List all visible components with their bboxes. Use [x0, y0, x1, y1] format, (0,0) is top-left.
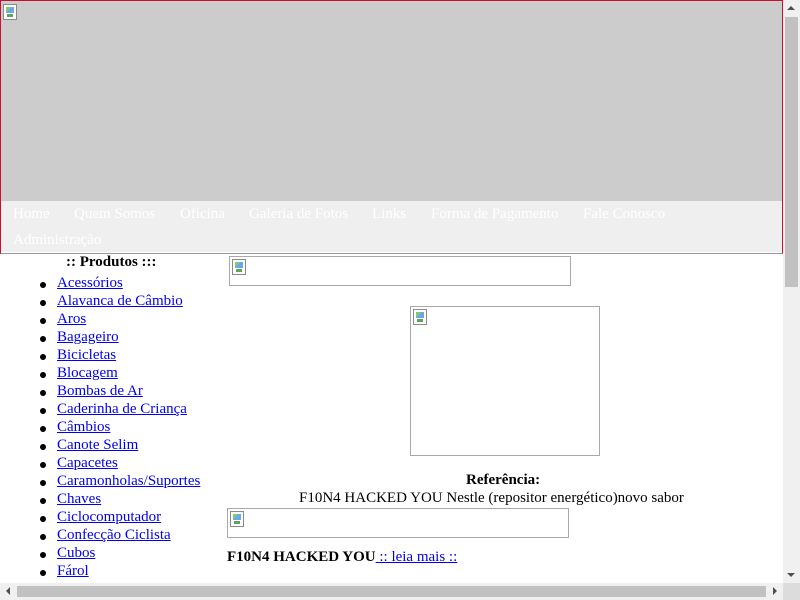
scroll-up-icon[interactable]	[787, 6, 795, 10]
nav-fale-conosco[interactable]: Fale Conosco	[583, 206, 665, 223]
horizontal-scroll-thumb[interactable]	[17, 586, 766, 597]
read-more-link[interactable]: :: leia mais ::	[376, 549, 457, 565]
product-link[interactable]: Blocagem	[57, 365, 118, 382]
bullet-icon	[40, 462, 46, 468]
bullet-icon	[40, 318, 46, 324]
nav-quem-somos[interactable]: Quem Somos	[74, 206, 155, 223]
product-link[interactable]: Aros	[57, 311, 86, 328]
nav-forma-de-pagamento[interactable]: Forma de Pagamento	[431, 206, 558, 223]
product-link[interactable]: Chaves	[57, 491, 101, 508]
bullet-icon	[40, 552, 46, 558]
reference-text: F10N4 HACKED YOU Nestle (repositor energ…	[299, 490, 684, 506]
page-viewport: Home Quem Somos Oficina Galeria de Fotos…	[0, 0, 783, 583]
product-link[interactable]: Acessórios	[57, 275, 123, 292]
scrollbar-corner	[783, 583, 800, 600]
bullet-icon	[40, 498, 46, 504]
bullet-icon	[40, 480, 46, 486]
product-link[interactable]: Alavanca de Câmbio	[57, 293, 183, 310]
product-link[interactable]: Confecção Ciclista	[57, 527, 171, 544]
bullet-icon	[40, 354, 46, 360]
main-nav: Home Quem Somos Oficina Galeria de Fotos…	[1, 201, 782, 252]
bullet-icon	[40, 390, 46, 396]
bullet-icon	[40, 426, 46, 432]
bullet-icon	[40, 570, 46, 576]
product-link[interactable]: Bagageiro	[57, 329, 119, 346]
nav-galeria-de-fotos[interactable]: Galeria de Fotos	[249, 206, 348, 223]
top-banner-image	[229, 256, 571, 286]
product-link[interactable]: Capacetes	[57, 455, 118, 472]
bullet-icon	[40, 300, 46, 306]
product-link[interactable]: Bicicletas	[57, 347, 116, 364]
bullet-icon	[40, 408, 46, 414]
product-link[interactable]: Ciclocomputador	[57, 509, 161, 526]
nav-home[interactable]: Home	[13, 206, 50, 223]
news-title-text: F10N4 HACKED YOU	[227, 549, 376, 565]
scroll-down-icon[interactable]	[787, 573, 795, 577]
product-link[interactable]: Cubos	[57, 545, 95, 562]
scroll-left-icon[interactable]	[6, 587, 10, 595]
product-image[interactable]	[410, 306, 600, 456]
bullet-icon	[40, 444, 46, 450]
header-banner	[1, 1, 782, 201]
bullet-icon	[40, 516, 46, 522]
sidebar-title: :: Produtos :::	[66, 254, 157, 270]
reference-label: Referência:	[466, 472, 541, 488]
product-link[interactable]: Bombas de Ar	[57, 383, 143, 400]
scroll-right-icon[interactable]	[773, 587, 777, 595]
nav-administracao[interactable]: Administração	[13, 232, 101, 249]
product-link[interactable]: Caramonholas/Suportes	[57, 473, 200, 490]
bullet-icon	[40, 336, 46, 342]
nav-links[interactable]: Links	[372, 206, 406, 223]
vertical-scrollbar[interactable]	[783, 0, 800, 583]
product-link[interactable]: Câmbios	[57, 419, 110, 436]
bullet-icon	[40, 282, 46, 288]
news-title: F10N4 HACKED YOU :: leia mais ::	[227, 549, 457, 566]
broken-image-icon	[3, 4, 17, 20]
nav-oficina[interactable]: Oficina	[180, 206, 225, 223]
bullet-icon	[40, 372, 46, 378]
bullet-icon	[40, 534, 46, 540]
broken-image-icon	[413, 309, 427, 325]
product-link[interactable]: Canote Selim	[57, 437, 138, 454]
broken-image-icon	[232, 259, 246, 275]
horizontal-scrollbar[interactable]	[0, 583, 783, 600]
product-link[interactable]: Fárol	[57, 563, 89, 580]
product-link[interactable]: Caderinha de Criança	[57, 401, 187, 418]
broken-image-icon	[230, 511, 244, 527]
vertical-scroll-thumb[interactable]	[785, 17, 798, 287]
news-banner-image	[227, 508, 569, 538]
